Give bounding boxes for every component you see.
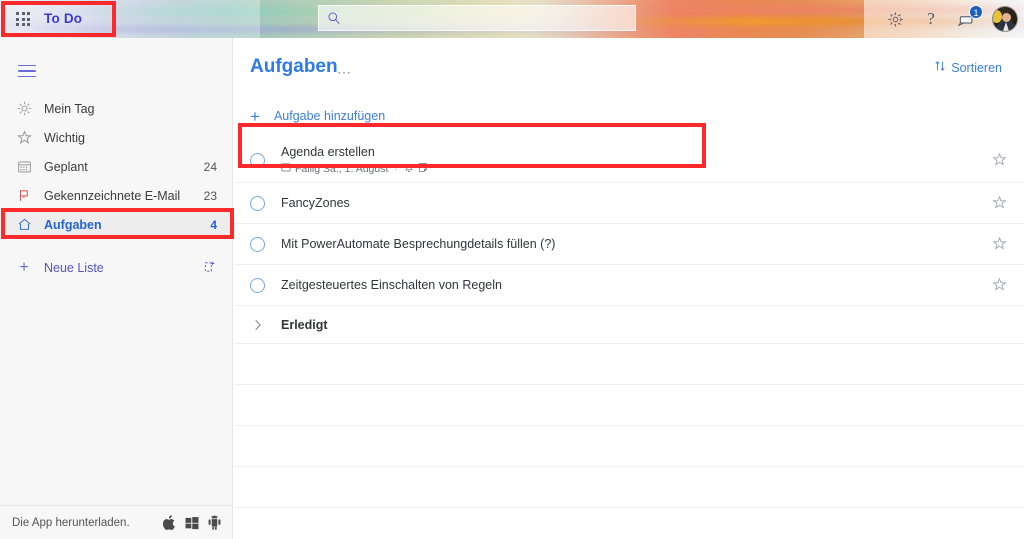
search-box[interactable]: [318, 5, 636, 31]
feedback-icon[interactable]: 1: [956, 5, 983, 30]
windows-icon[interactable]: [185, 516, 199, 530]
task-content: Mit PowerAutomate Besprechungdetails fül…: [281, 237, 992, 252]
gear-icon[interactable]: [884, 8, 906, 30]
header-actions: ? 1: [884, 0, 1018, 38]
plus-icon: +: [250, 106, 260, 126]
hamburger-menu-icon[interactable]: [10, 56, 44, 86]
task-metadata: Fällig Sa., 1. August ·: [281, 162, 992, 176]
sidebar-item-gekennzeichnete-email[interactable]: Gekennzeichnete E-Mail 23: [0, 181, 233, 210]
sun-icon: [14, 100, 34, 118]
chevron-right-icon: [250, 319, 265, 331]
sidebar-item-mein-tag[interactable]: Mein Tag: [0, 94, 233, 123]
add-task-button[interactable]: + Aufgabe hinzufügen: [234, 100, 1024, 132]
sidebar-item-wichtig[interactable]: Wichtig: [0, 123, 233, 152]
add-task-label: Aufgabe hinzufügen: [273, 109, 386, 123]
calendar-icon: [281, 162, 291, 175]
empty-list-row: [234, 426, 1024, 467]
task-title: Zeitgesteuertes Einschalten von Regeln: [281, 277, 502, 292]
sidebar-item-label: Mein Tag: [44, 101, 95, 116]
todo-app-window: To Do ? 1 Mein Tag Wichtig Geplant 24 Ge…: [0, 0, 1024, 539]
question-mark-icon[interactable]: ?: [920, 8, 942, 30]
home-icon: [14, 216, 34, 234]
app-launcher-waffle-icon[interactable]: [6, 6, 40, 32]
plus-icon: +: [19, 259, 29, 276]
avatar[interactable]: [992, 6, 1018, 32]
task-title: FancyZones: [281, 195, 350, 210]
task-row[interactable]: Zeitgesteuertes Einschalten von Regeln: [234, 265, 1024, 306]
star-icon: [14, 129, 34, 147]
flag-icon: [14, 187, 34, 205]
sidebar-item-count: 4: [210, 217, 217, 232]
sidebar-item-count: 24: [203, 159, 217, 174]
sidebar-item-label: Geplant: [44, 159, 88, 174]
completed-section-label: Erledigt: [281, 317, 328, 332]
sidebar-item-label: Wichtig: [44, 130, 85, 145]
note-icon: [418, 162, 428, 176]
empty-list-row: [234, 344, 1024, 385]
star-outline-icon[interactable]: [992, 152, 1008, 168]
task-title: Agenda erstellen: [281, 144, 375, 159]
sidebar-item-geplant[interactable]: Geplant 24: [0, 152, 233, 181]
task-title: Mit PowerAutomate Besprechungdetails fül…: [281, 236, 556, 251]
task-checkbox[interactable]: [250, 195, 265, 211]
task-row[interactable]: Agenda erstellen Fällig Sa., 1. August ·: [234, 138, 1024, 183]
sidebar-item-label: Aufgaben: [44, 217, 102, 232]
task-list: Agenda erstellen Fällig Sa., 1. August ·: [234, 138, 1024, 539]
empty-list-row: [234, 467, 1024, 508]
main-content: Aufgaben ⋯ Sortieren + Aufgabe hinzufüge…: [234, 38, 1024, 539]
search-input[interactable]: [341, 11, 635, 25]
task-row[interactable]: FancyZones: [234, 183, 1024, 224]
app-header-bar: To Do ? 1: [0, 0, 1024, 38]
sort-button-label: Sortieren: [951, 60, 1002, 75]
list-options-icon[interactable]: ⋯: [337, 64, 353, 81]
completed-section-toggle[interactable]: Erledigt: [234, 306, 1024, 344]
list-header: Aufgaben ⋯ Sortieren: [234, 38, 1024, 100]
star-outline-icon[interactable]: [992, 277, 1008, 293]
download-app-label: Die App herunterladen.: [12, 516, 130, 529]
page-title: Aufgaben: [250, 56, 338, 77]
apple-icon[interactable]: [163, 515, 176, 530]
task-due-label: Fällig Sa., 1. August: [295, 162, 389, 175]
task-content: FancyZones: [281, 196, 992, 211]
calendar-icon: [14, 158, 34, 176]
star-outline-icon[interactable]: [992, 236, 1008, 252]
sidebar-item-label: Gekennzeichnete E-Mail: [44, 188, 181, 203]
feedback-badge: 1: [969, 5, 983, 19]
empty-list-row: [234, 508, 1024, 539]
task-content: Agenda erstellen Fällig Sa., 1. August ·: [281, 145, 992, 176]
star-outline-icon[interactable]: [992, 195, 1008, 211]
task-checkbox[interactable]: [250, 236, 265, 252]
sidebar-item-aufgaben[interactable]: Aufgaben 4: [0, 210, 233, 239]
task-checkbox[interactable]: [250, 152, 265, 168]
sidebar-item-count: 23: [203, 188, 217, 203]
bell-icon: [404, 162, 414, 176]
search-icon: [327, 11, 341, 25]
sidebar-nav: Mein Tag Wichtig Geplant 24 Gekennzeichn…: [0, 94, 233, 283]
sort-arrows-icon: [934, 60, 946, 75]
sidebar: Mein Tag Wichtig Geplant 24 Gekennzeichn…: [0, 38, 233, 539]
meta-separator: ·: [394, 162, 398, 175]
task-row[interactable]: Mit PowerAutomate Besprechungdetails fül…: [234, 224, 1024, 265]
download-app-bar: Die App herunterladen.: [0, 505, 233, 539]
new-list-button[interactable]: + Neue Liste: [0, 253, 233, 283]
task-checkbox[interactable]: [250, 277, 265, 293]
brand-to-do[interactable]: To Do: [44, 0, 90, 38]
task-content: Zeitgesteuertes Einschalten von Regeln: [281, 278, 992, 293]
android-icon[interactable]: [208, 515, 221, 530]
new-list-label: Neue Liste: [44, 261, 104, 275]
sort-button[interactable]: Sortieren: [934, 60, 1002, 75]
new-list-group-icon[interactable]: [203, 260, 217, 277]
empty-list-row: [234, 385, 1024, 426]
